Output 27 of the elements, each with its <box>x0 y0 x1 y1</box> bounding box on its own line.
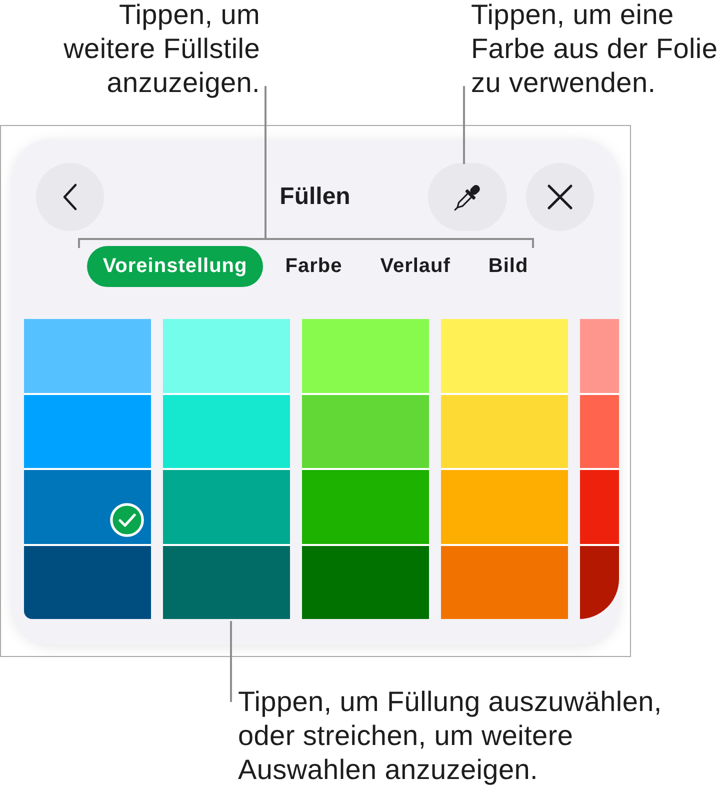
color-swatch[interactable] <box>24 470 151 544</box>
color-swatch[interactable] <box>302 546 429 619</box>
color-swatch[interactable] <box>441 470 568 544</box>
tab[interactable]: Verlauf <box>364 246 466 287</box>
color-swatch[interactable] <box>302 394 429 468</box>
callout-text: Tippen, um eine Farbe aus der Folie zu verwenden. <box>471 0 718 100</box>
color-swatch[interactable] <box>163 319 290 392</box>
checkmark-icon <box>110 502 144 536</box>
color-swatch[interactable] <box>441 319 568 392</box>
color-swatch[interactable] <box>302 319 429 392</box>
color-swatch[interactable] <box>163 394 290 468</box>
close-icon <box>547 184 573 210</box>
color-swatch[interactable] <box>163 546 290 619</box>
callout-text: Tippen, um weitere Füllstile anzuzeigen. <box>62 0 260 100</box>
eyedropper-icon <box>454 182 482 212</box>
callout-text: Tippen, um Füllung auszuwählen, oder streichen, um weitere Auswahlen anzuzeigen. <box>238 685 663 787</box>
color-swatch[interactable] <box>163 470 290 544</box>
tab[interactable]: Bild <box>472 246 544 287</box>
color-swatch[interactable] <box>24 546 151 619</box>
chevron-left-icon <box>62 183 78 211</box>
color-swatch[interactable] <box>24 319 151 392</box>
color-swatch[interactable] <box>441 394 568 468</box>
color-swatch[interactable] <box>24 394 151 468</box>
tab[interactable]: Farbe <box>269 246 358 287</box>
color-swatch[interactable] <box>302 470 429 544</box>
color-swatch[interactable] <box>441 546 568 619</box>
panel-title: Füllen <box>280 182 350 212</box>
